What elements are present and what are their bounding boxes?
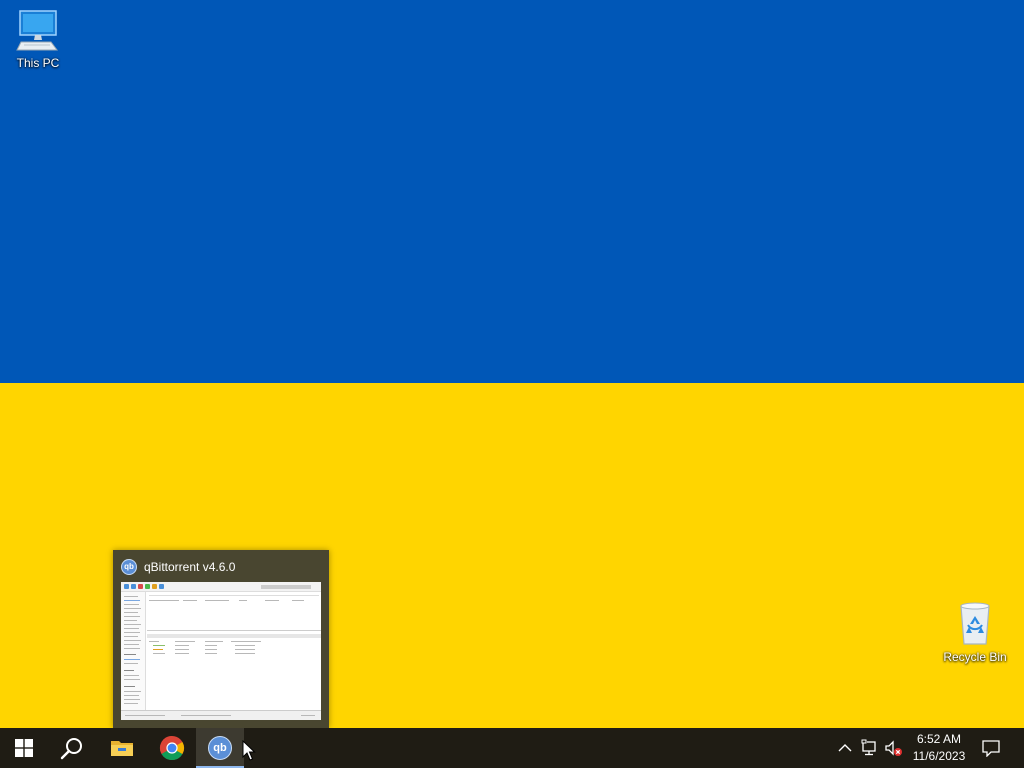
system-clock[interactable]: 6:52 AM 11/6/2023 — [905, 731, 973, 765]
window-preview-image[interactable] — [121, 582, 321, 720]
chrome-button[interactable] — [148, 728, 196, 768]
thumbnail-header: qb qBittorrent v4.6.0 — [121, 558, 235, 576]
desktop-icon-recycle-bin[interactable]: Recycle Bin — [935, 600, 1015, 664]
preview-details-panel — [147, 630, 321, 711]
chevron-up-icon[interactable] — [836, 739, 854, 757]
folder-icon — [111, 741, 133, 756]
network-icon[interactable] — [861, 739, 879, 757]
search-icon — [60, 738, 82, 760]
mouse-cursor-icon — [242, 740, 256, 761]
volume-muted-icon[interactable] — [884, 739, 902, 757]
search-button[interactable] — [48, 728, 96, 768]
thumbnail-title: qBittorrent v4.6.0 — [144, 560, 236, 574]
preview-sidebar — [121, 592, 146, 710]
qbittorrent-taskbar-button[interactable]: qb — [196, 728, 244, 768]
preview-torrent-list — [147, 592, 321, 632]
start-button[interactable] — [0, 728, 48, 768]
computer-icon — [16, 10, 58, 51]
desktop-icon-label: Recycle Bin — [943, 650, 1007, 664]
file-explorer-button[interactable] — [98, 728, 146, 768]
desktop: This PC Recycle Bin qb qBittorrent v4.6.… — [0, 0, 1024, 728]
desktop-icon-this-pc[interactable]: This PC — [0, 8, 78, 70]
windows-logo-icon — [15, 739, 33, 757]
chrome-icon — [159, 736, 185, 761]
qbittorrent-icon: qb — [208, 736, 232, 760]
taskbar: qb 6:52 AM 11/6/2023 — [0, 728, 1024, 768]
recycle-bin-icon — [960, 602, 990, 645]
action-center-button[interactable] — [978, 728, 1004, 768]
clock-time: 6:52 AM — [916, 732, 962, 746]
desktop-icon-label: This PC — [16, 56, 60, 70]
taskbar-thumbnail-preview[interactable]: qb qBittorrent v4.6.0 — [113, 550, 329, 728]
preview-status-bar — [121, 710, 321, 720]
notification-icon — [982, 740, 1000, 757]
clock-date: 11/6/2023 — [912, 749, 966, 763]
qbittorrent-icon: qb — [121, 559, 137, 575]
preview-toolbar — [121, 582, 321, 592]
wallpaper-blue-band — [0, 0, 1024, 383]
